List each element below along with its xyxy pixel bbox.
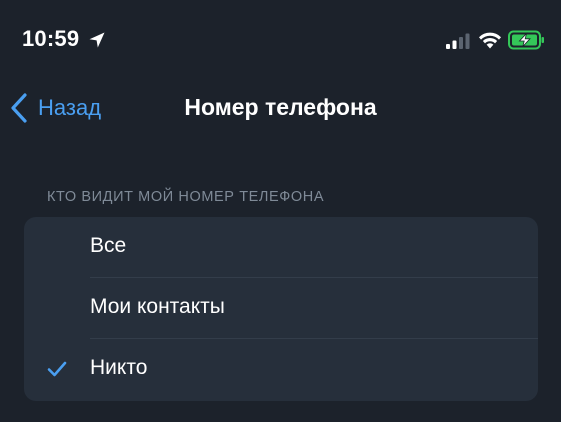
chevron-left-icon [11, 93, 27, 123]
option-label: Никто [90, 356, 148, 379]
screen: 10:59 Номер телефона Назад КТО ВИДИТ МОЙ… [0, 0, 561, 422]
back-button-label: Назад [38, 95, 102, 120]
section-header: КТО ВИДИТ МОЙ НОМЕР ТЕЛЕФОНА [47, 189, 325, 205]
wifi-icon [479, 32, 501, 49]
option-nobody[interactable]: Никто [24, 339, 538, 400]
option-label: Все [90, 234, 127, 257]
cellular-signal-icon [446, 33, 470, 49]
option-everyone[interactable]: Все [24, 217, 538, 278]
status-bar: 10:59 [0, 0, 561, 84]
navigation-bar: Номер телефона Назад [0, 84, 561, 132]
phone-visibility-options: Все Мои контакты Никто [24, 217, 538, 401]
battery-charging-icon [508, 30, 544, 50]
option-label: Мои контакты [90, 295, 225, 318]
checkmark-icon [47, 361, 67, 377]
status-time: 10:59 [22, 26, 80, 51]
location-arrow-icon [89, 32, 105, 48]
option-my-contacts[interactable]: Мои контакты [24, 278, 538, 339]
back-button[interactable]: Назад [10, 90, 101, 126]
